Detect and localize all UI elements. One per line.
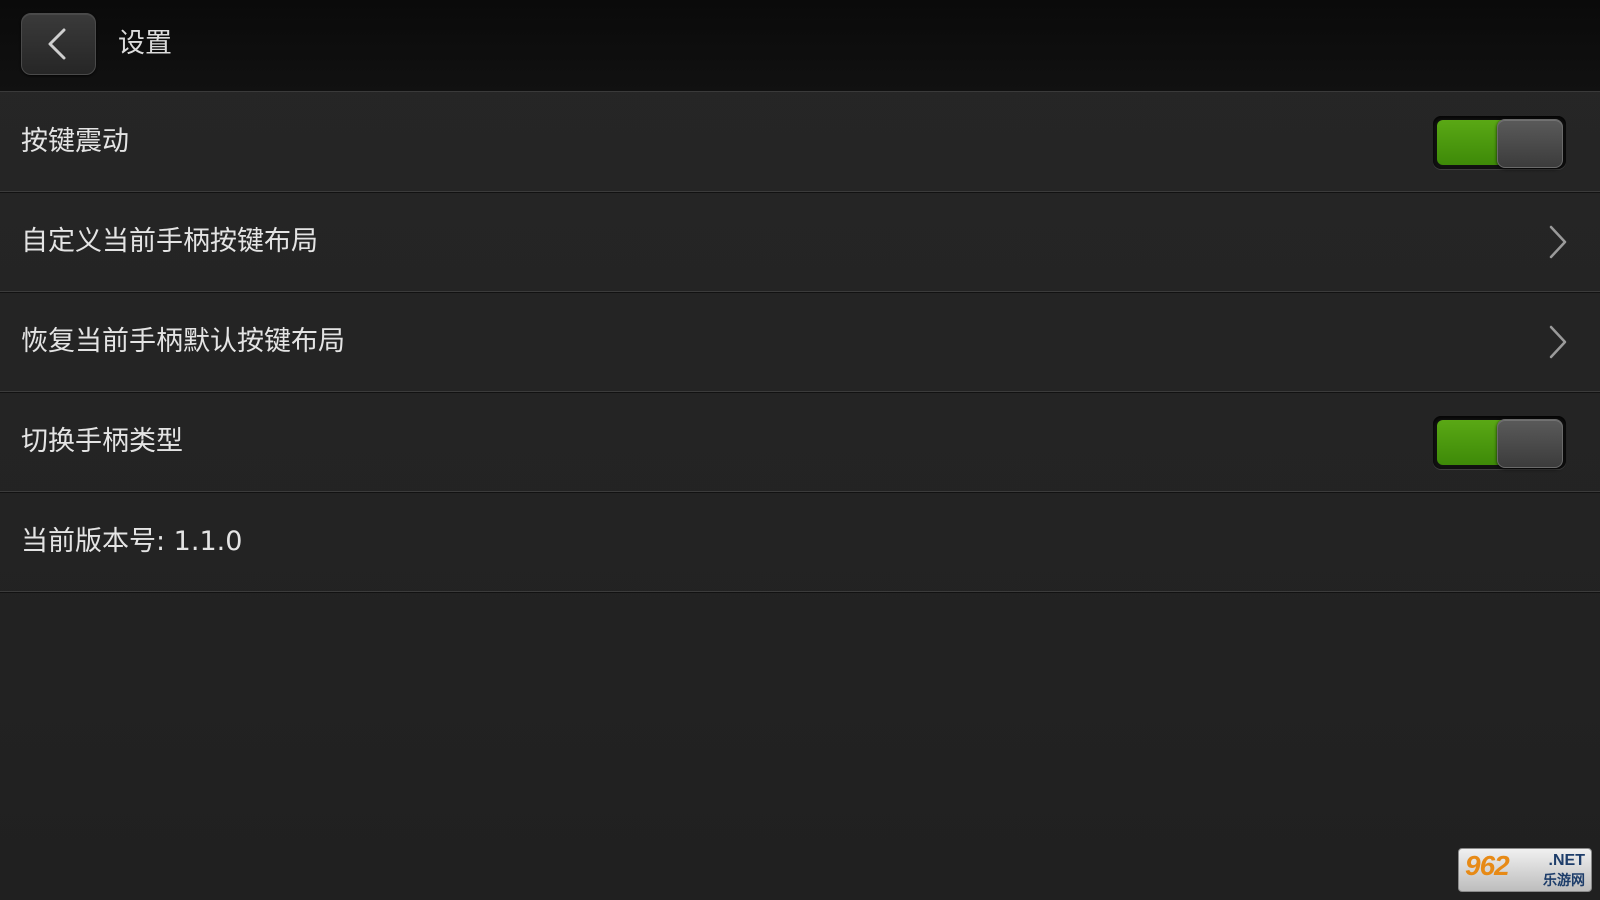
settings-row-version: 当前版本号: 1.1.0: [0, 492, 1600, 592]
key-vibration-toggle[interactable]: [1433, 116, 1566, 169]
settings-row-customize-layout[interactable]: 自定义当前手柄按键布局: [0, 192, 1600, 292]
page-title: 设置: [118, 28, 172, 59]
title-bar: 设置: [0, 0, 1600, 92]
row-label: 自定义当前手柄按键布局: [21, 226, 318, 257]
controller-type-toggle[interactable]: [1433, 416, 1566, 469]
row-label: 切换手柄类型: [21, 426, 183, 457]
toggle-knob: [1497, 119, 1563, 168]
watermark-suffix: .NET: [1548, 852, 1585, 869]
back-button[interactable]: [21, 13, 96, 75]
chevron-right-icon: [1549, 225, 1567, 259]
watermark-cn: 乐游网: [1543, 873, 1585, 889]
toggle-knob: [1497, 419, 1563, 468]
version-label: 当前版本号: 1.1.0: [21, 526, 243, 557]
watermark-number: 962: [1465, 850, 1510, 881]
row-label: 恢复当前手柄默认按键布局: [21, 326, 345, 357]
chevron-left-icon: [48, 28, 66, 60]
settings-row-key-vibration[interactable]: 按键震动: [0, 92, 1600, 192]
row-label: 按键震动: [21, 126, 129, 157]
settings-row-restore-layout[interactable]: 恢复当前手柄默认按键布局: [0, 292, 1600, 392]
settings-screen: 设置 按键震动 自定义当前手柄按键布局 恢复当前手柄默认按键布局 切换手柄类型 …: [0, 0, 1600, 900]
chevron-right-icon: [1549, 325, 1567, 359]
settings-row-switch-controller-type[interactable]: 切换手柄类型: [0, 392, 1600, 492]
site-watermark-logo: 962 .NET 乐游网: [1458, 848, 1592, 892]
